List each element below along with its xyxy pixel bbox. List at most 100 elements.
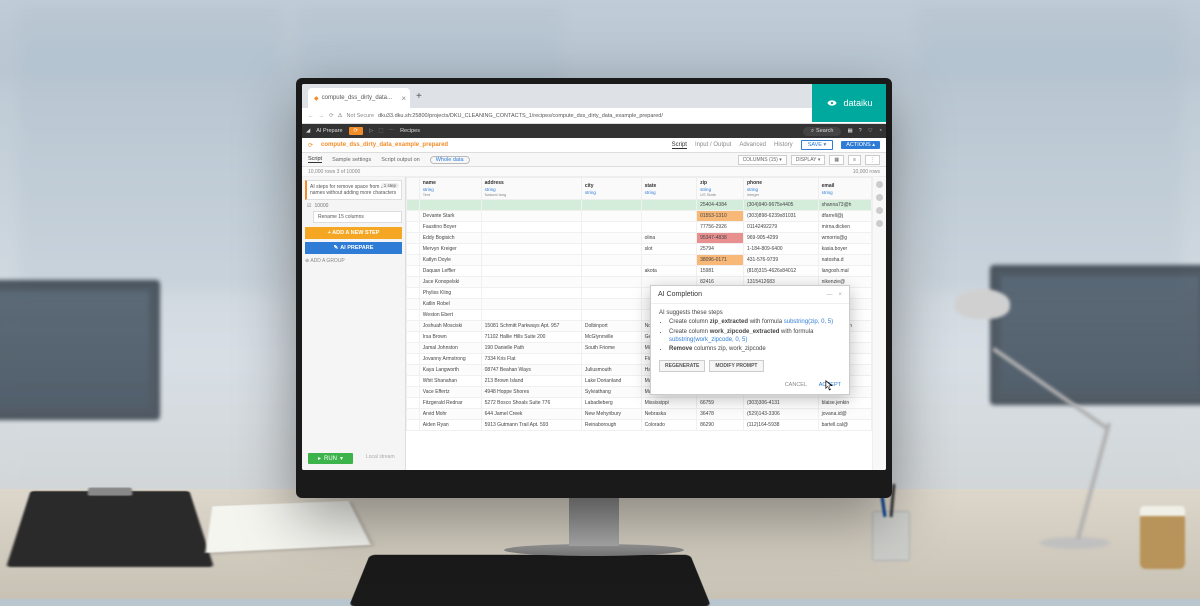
ai-completion-modal: AI Completion — × AI suggests these step… xyxy=(650,285,850,395)
column-header[interactable]: zipstringUS State xyxy=(697,178,744,200)
browser-tab-bar: ◆ compute_dss_dirty_data... × + xyxy=(302,84,886,108)
reload-icon[interactable]: ⟳ xyxy=(329,113,334,119)
row-count-right: 10,000 rows xyxy=(853,169,880,175)
modal-minimize-icon[interactable]: — xyxy=(826,292,832,298)
add-group-button[interactable]: ⊕ ADD A GROUP xyxy=(305,258,402,264)
rename-step[interactable]: Rename 15 columns xyxy=(313,211,402,223)
table-row[interactable]: Devante Stark01553-1310(303)898-6239x810… xyxy=(407,211,872,222)
subtab-sample[interactable]: Sample settings xyxy=(332,157,371,163)
whole-data-pill[interactable]: Whole data xyxy=(430,156,470,164)
suggestion-1: Create column zip_extracted with formula… xyxy=(669,319,841,327)
modal-intro: AI suggests these steps xyxy=(659,310,841,316)
column-header[interactable]: phonestringinteger xyxy=(743,178,818,200)
subtab-script[interactable]: Script xyxy=(308,156,322,163)
recipe-type-icon[interactable]: ⟳ xyxy=(349,127,364,135)
regenerate-button[interactable]: REGENERATE xyxy=(659,360,705,372)
recipe-icon: ⟳ xyxy=(308,142,313,149)
rail-icon[interactable] xyxy=(876,220,883,227)
play-icon[interactable]: ▷ xyxy=(369,128,373,134)
help-icon[interactable]: ? xyxy=(859,128,862,134)
column-header[interactable]: namestringText xyxy=(419,178,481,200)
url-text[interactable]: dku33.dku.sh:25800/projects/DKU_CLEANING… xyxy=(378,113,880,119)
tab-favicon: ◆ xyxy=(314,95,319,102)
table-row[interactable]: Eddy Bogisicholina95347-4838969-905-4299… xyxy=(407,233,872,244)
ai-prepare-label[interactable]: AI Prepare xyxy=(316,128,342,134)
ai-step-card[interactable]: AI steps for remove space from column na… xyxy=(305,180,402,200)
rail-icon[interactable] xyxy=(876,194,883,201)
table-row[interactable]: Fitzgerald Rednar5272 Bosco Shoals Suite… xyxy=(407,398,872,409)
brand-text: dataiku xyxy=(843,98,872,108)
columns-dropdown[interactable]: COLUMNS (15) ▾ xyxy=(738,155,787,165)
modal-title: AI Completion xyxy=(658,291,702,298)
side-monitor-left xyxy=(0,280,160,420)
clipboard xyxy=(6,491,214,567)
step-badge: 1 step xyxy=(381,183,399,188)
new-tab-button[interactable]: + xyxy=(416,91,422,102)
recipe-title: compute_dss_dirty_data_example_prepared xyxy=(321,142,448,148)
more-icon[interactable]: ⋯ xyxy=(389,128,395,134)
dataiku-logo: dataiku xyxy=(812,84,886,122)
tab-script[interactable]: Script xyxy=(672,142,687,149)
script-steps-panel: AI steps for remove space from column na… xyxy=(302,177,406,470)
cancel-button[interactable]: CANCEL xyxy=(785,382,807,388)
table-row[interactable]: Daquan Lefflerakota15981(818)315-4626x84… xyxy=(407,266,872,277)
search-box[interactable]: ⌕ Search xyxy=(803,127,842,136)
forward-icon[interactable]: → xyxy=(319,113,325,119)
bird-icon[interactable]: ◢ xyxy=(306,128,310,134)
data-table-panel: namestringTextaddressstringNatural langc… xyxy=(406,177,872,470)
table-row[interactable]: 25404-4384(304)940-9675x4405shanna73@h xyxy=(407,200,872,211)
table-row[interactable]: Aiden Ryan5913 Gutmann Trail Apt. 593Rei… xyxy=(407,420,872,431)
code-icon[interactable]: ⬚ xyxy=(378,128,383,134)
main-monitor: dataiku ◆ compute_dss_dirty_data... × + … xyxy=(296,78,892,498)
pen-cup xyxy=(872,511,910,561)
table-row[interactable]: Mervyn Kreigerslot257941-184-809-6400kas… xyxy=(407,244,872,255)
group-checkbox[interactable]: ☑10000 xyxy=(307,203,402,209)
column-header[interactable]: statestring xyxy=(641,178,696,200)
tab-close-icon[interactable]: × xyxy=(401,94,406,103)
nav-buttons: ← → ⟳ xyxy=(308,113,334,119)
grid-icon[interactable]: ▦ xyxy=(847,128,852,134)
save-button[interactable]: SAVE ▾ xyxy=(801,140,834,150)
rail-icon[interactable] xyxy=(876,181,883,188)
column-header[interactable]: citystring xyxy=(581,178,641,200)
actions-button[interactable]: ACTIONS ▴ xyxy=(841,141,880,149)
view-more-icon[interactable]: ⋮ xyxy=(865,155,880,165)
column-header[interactable]: emailstring xyxy=(818,178,871,200)
recipes-label: Recipes xyxy=(400,128,420,134)
output-label: Script output on xyxy=(381,157,420,163)
tab-title: compute_dss_dirty_data... xyxy=(322,95,392,101)
column-header[interactable]: addressstringNatural lang xyxy=(481,178,581,200)
lock-icon: ⚠ xyxy=(338,113,343,119)
not-secure-label: Not Secure xyxy=(347,113,375,119)
browser-tab[interactable]: ◆ compute_dss_dirty_data... × xyxy=(308,88,410,108)
add-step-button[interactable]: + ADD A NEW STEP xyxy=(305,227,402,239)
tab-history[interactable]: History xyxy=(774,142,793,148)
tab-io[interactable]: Input / Output xyxy=(695,142,731,148)
right-rail xyxy=(872,177,886,470)
display-dropdown[interactable]: DISPLAY ▾ xyxy=(791,155,826,165)
coffee-cup xyxy=(1140,514,1185,569)
recipe-header: ⟳ compute_dss_dirty_data_example_prepare… xyxy=(302,138,886,153)
table-row[interactable]: Katlyn Doyle38096-0171431-576-9739natosh… xyxy=(407,255,872,266)
table-row[interactable]: Faustino Boyer77756-292601142492279mirna… xyxy=(407,222,872,233)
modify-prompt-button[interactable]: MODIFY PROMPT xyxy=(709,360,763,372)
back-icon[interactable]: ← xyxy=(308,113,314,119)
sub-toolbar: Script Sample settings Script output on … xyxy=(302,153,886,167)
rail-icon[interactable] xyxy=(876,207,883,214)
run-button[interactable]: ▸ RUN ▾ xyxy=(308,453,353,464)
search-icon: ⌕ xyxy=(811,128,814,135)
table-row[interactable]: Arvid Mohr644 Jamel CreekNew MehyriburyN… xyxy=(407,409,872,420)
view-list-icon[interactable]: ≡ xyxy=(848,155,861,165)
suggestion-2: Create column work_zipcode_extracted wit… xyxy=(669,329,841,345)
modal-close-icon[interactable]: × xyxy=(838,292,842,298)
tab-advanced[interactable]: Advanced xyxy=(739,142,766,148)
run-meta: Local stream xyxy=(366,454,395,460)
keyboard xyxy=(349,555,711,606)
browser-url-bar: ← → ⟳ ⚠ Not Secure dku33.dku.sh:25800/pr… xyxy=(302,108,886,124)
view-grid-icon[interactable]: ▦ xyxy=(829,155,844,165)
info-bar: 10,000 rows 3 of 10000 10,000 rows xyxy=(302,167,886,177)
suggestion-3: Remove columns zip, work_zipcode xyxy=(669,346,841,354)
ai-prepare-button[interactable]: ✎AI PREPARE xyxy=(305,242,402,254)
bell-icon[interactable]: ♡ xyxy=(868,128,873,134)
user-icon[interactable]: ◔ xyxy=(879,128,882,134)
